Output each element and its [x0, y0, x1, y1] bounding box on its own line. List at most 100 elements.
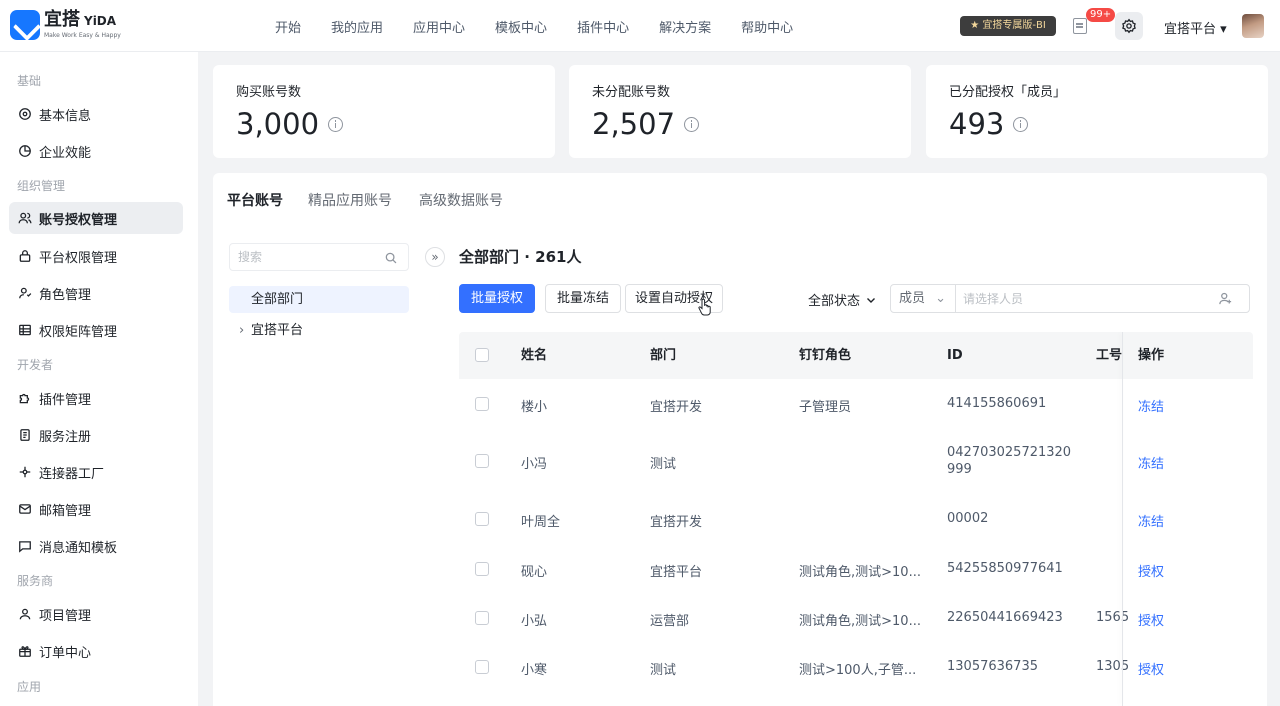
chevron-down-icon — [867, 297, 876, 303]
freeze-link[interactable]: 冻结 — [1138, 511, 1164, 530]
sidebar-item-service-reg[interactable]: 服务注册 — [9, 419, 183, 451]
sidebar-item-efficiency[interactable]: 企业效能 — [9, 135, 183, 167]
platform-dropdown[interactable]: 宜搭平台 ▾ — [1164, 18, 1227, 37]
tree-node-all-depts[interactable]: 全部部门 — [229, 286, 409, 313]
info-icon[interactable] — [328, 116, 344, 132]
cell-name: 楼小 — [521, 400, 548, 415]
cell-id: 22650441669423 — [947, 610, 1063, 625]
batch-authorize-button[interactable]: 批量授权 — [459, 284, 535, 313]
notification-icon[interactable] — [1073, 18, 1087, 34]
cell-name: 砚心 — [521, 565, 548, 580]
users-icon — [18, 211, 32, 225]
nav-start[interactable]: 开始 — [275, 17, 301, 36]
sidebar-item-mailbox[interactable]: 邮箱管理 — [9, 493, 183, 525]
row-checkbox[interactable] — [475, 660, 489, 674]
nav-my-apps[interactable]: 我的应用 — [331, 17, 383, 36]
search-icon[interactable] — [384, 251, 398, 265]
cell-id: 13057636735 — [947, 659, 1038, 674]
star-icon: ★ — [970, 20, 980, 31]
dept-title: 全部部门 · 261人 — [459, 248, 582, 266]
row-checkbox[interactable] — [475, 562, 489, 576]
sidebar-item-basic-info[interactable]: 基本信息 — [9, 98, 183, 130]
stat-card-unassigned: 未分配账号数 2,507 — [569, 65, 911, 158]
info-icon[interactable] — [1013, 116, 1029, 132]
stat-card-purchased: 购买账号数 3,000 — [213, 65, 555, 158]
bi-edition-label: 宜搭专属版-BI — [982, 20, 1046, 31]
authorize-link[interactable]: 授权 — [1138, 659, 1164, 678]
sidebar-item-orders[interactable]: 订单中心 — [9, 635, 183, 667]
freeze-link[interactable]: 冻结 — [1138, 453, 1164, 472]
chevron-right-icon[interactable]: › — [239, 317, 244, 344]
user-select-icon[interactable] — [1218, 291, 1233, 306]
table-header: 姓名 部门 钉钉角色 ID 工号 操作 — [459, 332, 1253, 379]
expand-panel-button[interactable]: » — [425, 247, 445, 267]
tab-premium-app-account[interactable]: 精品应用账号 — [308, 190, 392, 210]
sidebar-item-label: 订单中心 — [39, 645, 92, 661]
sidebar-item-perm-matrix[interactable]: 权限矩阵管理 — [9, 314, 183, 346]
cell-job-no: 1305 — [1096, 659, 1130, 674]
user-role-icon — [18, 286, 32, 300]
tab-platform-account[interactable]: 平台账号 — [227, 190, 283, 210]
gift-icon — [18, 644, 32, 658]
sidebar-group-provider: 服务商 — [17, 574, 54, 588]
cell-job-no: 1565 — [1096, 610, 1130, 625]
select-all-checkbox[interactable] — [475, 348, 489, 362]
stat-card-assigned: 已分配授权「成员」 493 — [926, 65, 1268, 158]
member-select-input[interactable] — [963, 285, 1203, 312]
batch-freeze-button[interactable]: 批量冻结 — [545, 284, 621, 313]
table-grid-icon — [18, 323, 32, 337]
table-row: 小弘 运营部 测试角色,测试>10... 22650441669423 1565… — [459, 593, 1253, 642]
row-checkbox[interactable] — [475, 454, 489, 468]
freeze-link[interactable]: 冻结 — [1138, 396, 1164, 415]
sidebar-item-connector[interactable]: 连接器工厂 — [9, 456, 183, 488]
nav-template-center[interactable]: 模板中心 — [495, 17, 547, 36]
sidebar-item-message-template[interactable]: 消息通知模板 — [9, 530, 183, 562]
authorize-link[interactable]: 授权 — [1138, 610, 1164, 629]
chart-pie-icon — [18, 144, 32, 158]
row-checkbox[interactable] — [475, 512, 489, 526]
bi-edition-badge[interactable]: ★ 宜搭专属版-BI — [960, 16, 1056, 36]
stat-value: 493 — [949, 107, 1029, 141]
sidebar-item-label: 服务注册 — [39, 429, 92, 445]
dept-search-box — [229, 243, 409, 271]
sidebar-item-label: 插件管理 — [39, 392, 92, 408]
settings-button[interactable] — [1115, 12, 1143, 40]
sidebar-item-account-auth[interactable]: 账号授权管理 — [9, 202, 183, 234]
cell-role: 测试角色,测试>10... — [799, 565, 921, 580]
mail-icon — [18, 502, 32, 516]
cell-dept: 运营部 — [650, 614, 690, 629]
sidebar-item-label: 权限矩阵管理 — [39, 324, 118, 340]
dept-search-input[interactable] — [238, 244, 378, 270]
sidebar-item-projects[interactable]: 项目管理 — [9, 598, 183, 630]
yida-logo-icon — [10, 10, 40, 40]
row-checkbox[interactable] — [475, 611, 489, 625]
yida-logo[interactable]: 宜搭 YiDA Make Work Easy & Happy — [10, 10, 121, 40]
info-icon[interactable] — [684, 116, 700, 132]
tab-advanced-data-account[interactable]: 高级数据账号 — [419, 190, 503, 210]
actions-column-divider — [1122, 332, 1123, 706]
row-checkbox[interactable] — [475, 397, 489, 411]
cell-role: 测试角色,测试>10... — [799, 614, 921, 629]
nav-solutions[interactable]: 解决方案 — [659, 17, 711, 36]
account-panel: 平台账号 精品应用账号 高级数据账号 全部部门 › 宜搭平台 » 全部部门 · … — [213, 173, 1267, 706]
sidebar-item-plugins[interactable]: 插件管理 — [9, 382, 183, 414]
sidebar-item-label: 账号授权管理 — [39, 212, 118, 228]
cell-name: 小冯 — [521, 457, 548, 472]
status-filter-dropdown[interactable]: 全部状态 — [808, 290, 877, 309]
top-bar: 宜搭 YiDA Make Work Easy & Happy 开始 我的应用 应用… — [0, 0, 1280, 52]
authorize-link[interactable]: 授权 — [1138, 561, 1164, 580]
tree-node-yida-platform[interactable]: › 宜搭平台 — [229, 317, 409, 344]
nav-app-center[interactable]: 应用中心 — [413, 17, 465, 36]
nav-plugin-center[interactable]: 插件中心 — [577, 17, 629, 36]
logo-title: 宜搭 YiDA — [44, 9, 117, 30]
lock-icon — [18, 249, 32, 263]
sidebar-item-label: 企业效能 — [39, 145, 92, 161]
nav-help-center[interactable]: 帮助中心 — [741, 17, 793, 36]
user-avatar[interactable] — [1242, 14, 1264, 38]
sidebar-item-label: 角色管理 — [39, 287, 92, 303]
sidebar-item-roles[interactable]: 角色管理 — [9, 277, 183, 309]
sidebar-item-platform-perm[interactable]: 平台权限管理 — [9, 240, 183, 272]
tree-node-label: 宜搭平台 — [251, 323, 304, 338]
member-type-select[interactable]: 成员 ⌄ — [891, 285, 956, 312]
stat-number: 2,507 — [592, 107, 676, 141]
